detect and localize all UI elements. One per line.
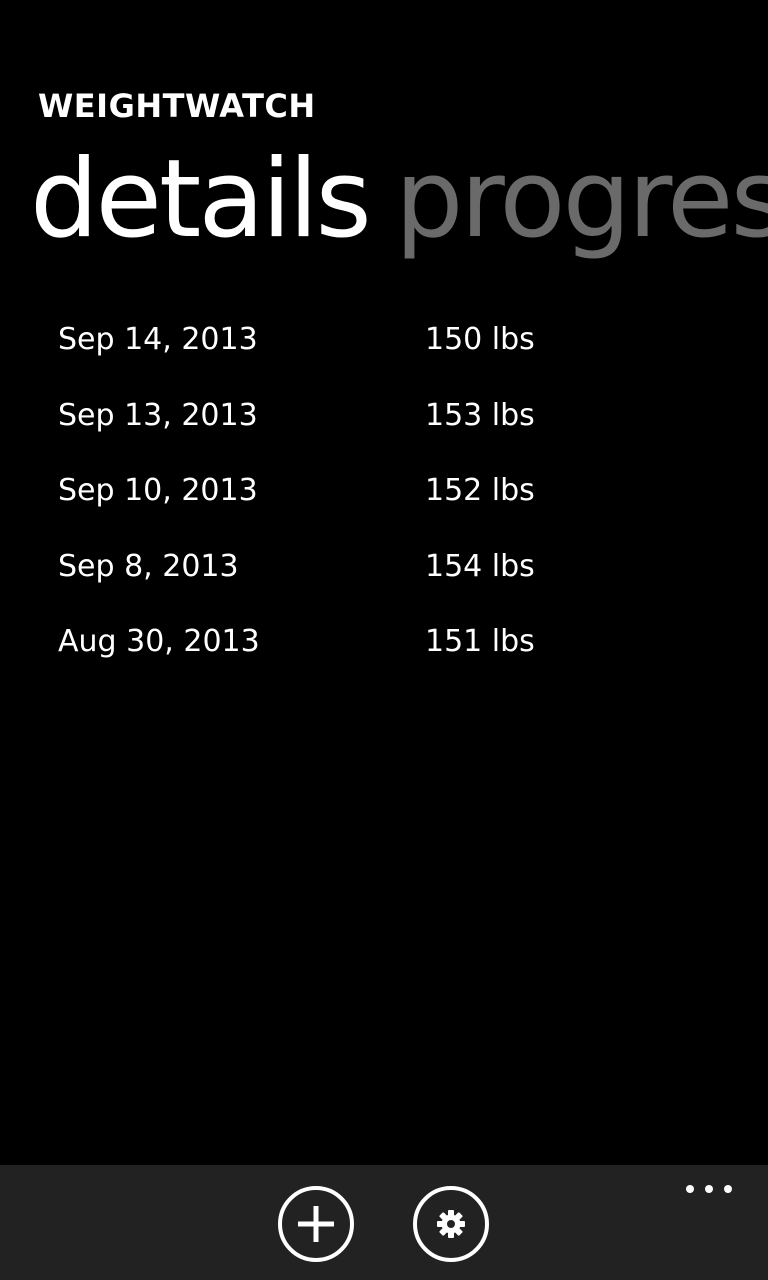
- dot: [686, 1185, 694, 1193]
- add-entry-button[interactable]: [278, 1186, 354, 1262]
- list-item[interactable]: Sep 13, 2013 153 lbs: [58, 388, 738, 464]
- gear-icon: [437, 1210, 465, 1238]
- entry-date: Aug 30, 2013: [58, 624, 260, 659]
- entry-date: Sep 10, 2013: [58, 473, 258, 508]
- application-bar: [0, 1165, 768, 1280]
- add-icon: [298, 1206, 334, 1242]
- entry-weight: 150 lbs: [425, 322, 535, 357]
- pivot-header-strip: details progres: [30, 130, 768, 270]
- settings-button[interactable]: [413, 1186, 489, 1262]
- list-item[interactable]: Sep 14, 2013 150 lbs: [58, 312, 738, 388]
- app-title: WEIGHTWATCH: [38, 87, 316, 125]
- entry-date: Sep 13, 2013: [58, 397, 258, 433]
- entry-date: Sep 8, 2013: [58, 548, 239, 584]
- list-item[interactable]: Sep 10, 2013 152 lbs: [58, 463, 738, 539]
- entry-weight: 154 lbs: [425, 548, 535, 584]
- entry-weight: 151 lbs: [425, 624, 535, 659]
- weight-entry-list: Sep 14, 2013 150 lbs Sep 13, 2013 153 lb…: [58, 312, 738, 690]
- app-screen: WEIGHTWATCH details progres Sep 14, 2013 …: [0, 0, 768, 1280]
- entry-date: Sep 14, 2013: [58, 322, 258, 357]
- list-item[interactable]: Aug 30, 2013 151 lbs: [58, 614, 738, 690]
- pivot-tab-progress[interactable]: progres: [395, 130, 768, 270]
- list-item[interactable]: Sep 8, 2013 154 lbs: [58, 539, 738, 615]
- entry-weight: 152 lbs: [425, 473, 535, 508]
- dot: [724, 1185, 732, 1193]
- dot: [705, 1185, 713, 1193]
- ellipsis-icon[interactable]: [686, 1181, 732, 1197]
- pivot-tab-details[interactable]: details: [30, 130, 372, 270]
- entry-weight: 153 lbs: [425, 397, 535, 433]
